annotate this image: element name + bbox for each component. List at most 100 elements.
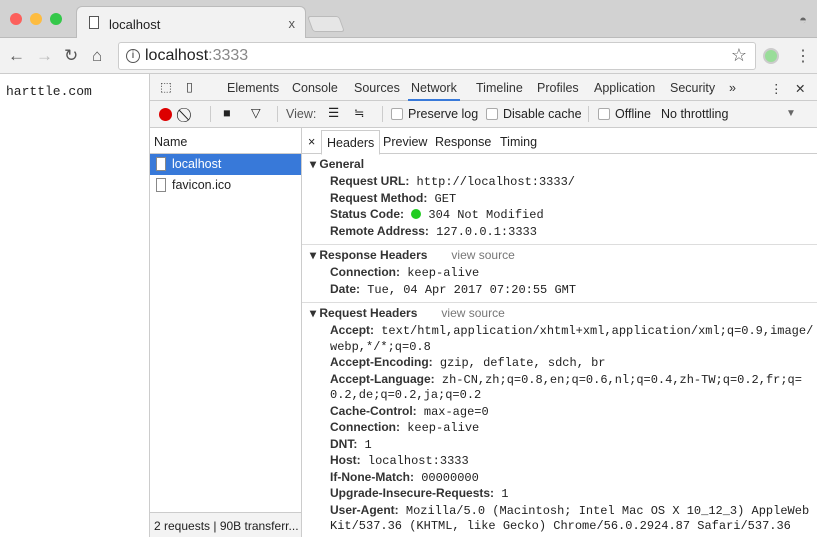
header-value: GET	[434, 191, 457, 206]
header-row: Accept: text/html,application/xhtml+xml,…	[302, 323, 817, 355]
section-header[interactable]: ▾ Request Headers view source	[302, 306, 817, 323]
general-section: ▾ General Request URL: http://localhost:…	[302, 154, 817, 245]
inspect-icon[interactable]: ⬚	[160, 79, 172, 94]
divider	[382, 106, 383, 122]
request-detail: × Headers Preview Response Timing ▾ Gene…	[302, 128, 817, 537]
chevron-down-icon[interactable]: ▼	[786, 108, 796, 119]
request-list: Name localhost favicon.ico 2 requests | …	[150, 128, 302, 537]
more-tabs-icon[interactable]: »	[729, 81, 736, 95]
detail-tabs: × Headers Preview Response Timing	[302, 128, 817, 155]
header-row: Remote Address: 127.0.0.1:3333	[302, 224, 817, 241]
header-key: Cache-Control:	[330, 403, 417, 418]
incognito-icon: ◓	[799, 12, 807, 27]
url-port: :3333	[208, 47, 249, 64]
view-source-link[interactable]: view source	[451, 248, 514, 262]
header-value: 00000000	[421, 470, 479, 485]
view-source-link[interactable]: view source	[441, 306, 504, 320]
divider	[210, 106, 211, 122]
offline-checkbox[interactable]: Offline	[598, 107, 651, 121]
header-key: Request Method:	[330, 190, 428, 205]
preserve-log-checkbox[interactable]: Preserve log	[391, 107, 478, 121]
divider	[277, 106, 278, 122]
header-row: Cache-Control: max-age=0	[302, 404, 817, 421]
tab-sources[interactable]: Sources	[354, 81, 400, 95]
offline-label: Offline	[615, 107, 651, 121]
document-icon	[156, 178, 166, 192]
close-devtools-icon[interactable]: ✕	[795, 81, 805, 96]
throttling-select[interactable]: No throttling	[661, 107, 728, 121]
request-name: localhost	[172, 157, 222, 171]
tab-elements[interactable]: Elements	[227, 81, 279, 95]
new-tab-button[interactable]	[307, 16, 345, 32]
title-bar: localhost x ◓	[0, 0, 817, 39]
url-host: localhost	[145, 47, 209, 64]
header-value: 127.0.0.1:3333	[436, 224, 537, 239]
network-toolbar: ⃠ ■ ▽ View: ☰ ≒ Preserve log Disable cac…	[150, 101, 817, 128]
request-name: favicon.ico	[172, 178, 232, 192]
header-key: Accept-Language:	[330, 371, 435, 386]
forward-icon[interactable]: →	[36, 46, 53, 66]
filter-icon[interactable]: ▽	[251, 105, 261, 120]
header-key: Request URL:	[330, 174, 410, 188]
tab-network[interactable]: Network	[408, 81, 460, 101]
header-row: Connection: keep-alive	[302, 420, 817, 437]
status-bar: 2 requests | 90B transferr...	[150, 512, 301, 537]
tab-response[interactable]: Response	[435, 135, 491, 149]
name-column-header[interactable]: Name	[150, 128, 301, 154]
devtools-menu-icon[interactable]: ⋮	[770, 81, 783, 96]
close-tab-icon[interactable]: x	[289, 16, 296, 31]
tab-console[interactable]: Console	[292, 81, 338, 95]
section-header[interactable]: ▾ General	[302, 157, 817, 174]
devtools-tabs: ⬚ ▯ Elements Console Sources Network Tim…	[150, 74, 817, 101]
header-row: Accept-Encoding: gzip, deflate, sdch, br	[302, 355, 817, 372]
browser-tab[interactable]: localhost x	[76, 6, 306, 39]
large-rows-icon[interactable]: ☰	[328, 105, 339, 120]
document-icon	[156, 157, 166, 171]
header-key: Upgrade-Insecure-Requests:	[330, 486, 495, 500]
section-title: General	[319, 157, 365, 171]
device-toolbar-icon[interactable]: ▯	[186, 79, 193, 94]
tab-profiles[interactable]: Profiles	[537, 81, 579, 95]
extension-icon[interactable]	[763, 48, 779, 64]
tab-security[interactable]: Security	[670, 81, 715, 95]
disable-cache-label: Disable cache	[503, 107, 582, 121]
header-row: If-None-Match: 00000000	[302, 470, 817, 487]
list-item[interactable]: localhost	[150, 154, 301, 175]
tab-title: localhost	[109, 17, 161, 32]
header-key: If-None-Match:	[330, 469, 414, 484]
close-detail-icon[interactable]: ×	[308, 135, 315, 149]
tab-application[interactable]: Application	[594, 81, 655, 95]
section-header[interactable]: ▾ Response Headers view source	[302, 248, 817, 265]
address-bar[interactable]: i localhost:3333 ☆	[118, 42, 756, 70]
home-icon[interactable]: ⌂	[92, 46, 102, 66]
divider	[588, 106, 589, 122]
capture-screenshots-icon[interactable]: ■	[223, 106, 231, 120]
tab-timing[interactable]: Timing	[500, 135, 537, 149]
section-title: Request Headers	[319, 306, 418, 320]
back-icon[interactable]: ←	[8, 46, 25, 66]
bookmark-star-icon[interactable]: ☆	[731, 45, 747, 66]
header-row: Accept-Language: zh-CN,zh;q=0.8,en;q=0.6…	[302, 372, 817, 404]
disable-cache-checkbox[interactable]: Disable cache	[486, 107, 582, 121]
minimize-window-button[interactable]	[30, 13, 42, 25]
info-icon[interactable]: i	[126, 49, 140, 63]
list-item[interactable]: favicon.ico	[150, 175, 301, 196]
menu-icon[interactable]: ⋮	[795, 46, 811, 66]
header-row: Status Code: 304 Not Modified	[302, 207, 817, 224]
close-window-button[interactable]	[10, 13, 22, 25]
tab-preview[interactable]: Preview	[383, 135, 427, 149]
header-row: Request Method: GET	[302, 191, 817, 208]
header-value: keep-alive	[407, 421, 480, 435]
maximize-window-button[interactable]	[50, 13, 62, 25]
header-value: http://localhost:3333/	[416, 175, 575, 189]
tab-timeline[interactable]: Timeline	[476, 81, 523, 95]
header-row: Host: localhost:3333	[302, 453, 817, 470]
tab-headers[interactable]: Headers	[321, 130, 381, 155]
reload-icon[interactable]: ↻	[64, 46, 78, 66]
overview-icon[interactable]: ≒	[354, 105, 365, 120]
page-content: harttle.com	[6, 84, 92, 99]
header-row: Upgrade-Insecure-Requests: 1	[302, 486, 817, 503]
header-key: Host:	[330, 453, 361, 467]
header-value: 1	[364, 437, 372, 452]
record-icon[interactable]	[159, 108, 172, 121]
